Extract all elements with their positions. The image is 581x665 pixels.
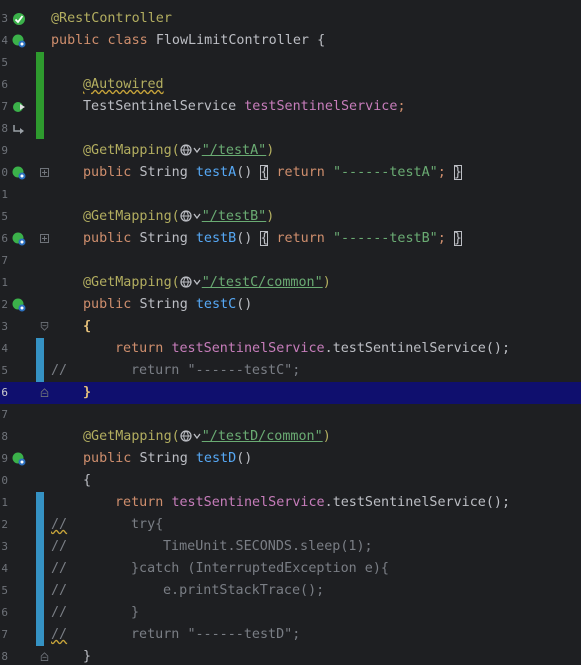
line-number: 1 xyxy=(1,188,8,201)
line-number: 1 xyxy=(1,276,8,289)
code-line[interactable]: 9 @GetMapping("/testA") xyxy=(0,140,581,162)
code-line[interactable]: 5 // return "------testC"; xyxy=(0,360,581,382)
fold-end-icon[interactable] xyxy=(40,388,49,397)
line-number: 5 xyxy=(1,364,8,377)
code-line[interactable]: 8 } xyxy=(0,646,581,665)
fold-expand-icon[interactable] xyxy=(40,168,49,177)
code-line[interactable]: 7 TestSentinelService testSentinelServic… xyxy=(0,96,581,118)
code-line[interactable]: 3 { xyxy=(0,316,581,338)
autowired-navigate-icon[interactable] xyxy=(12,122,26,136)
line-number: 7 xyxy=(1,408,8,421)
code-line[interactable]: 1 xyxy=(0,184,581,206)
line-number: 2 xyxy=(1,298,8,311)
line-number: 8 xyxy=(1,122,8,135)
web-endpoint-icon xyxy=(180,144,201,156)
line-number: 4 xyxy=(1,562,8,575)
annotation: @RestController xyxy=(51,11,172,26)
code-line[interactable]: 2 // try{ xyxy=(0,514,581,536)
web-endpoint-icon xyxy=(180,430,201,442)
line-number: 5 xyxy=(1,210,8,223)
code-line[interactable]: 6 // } xyxy=(0,602,581,624)
code-line[interactable]: 6 public String testB() { return "------… xyxy=(0,228,581,250)
code-line[interactable]: 3 @RestController xyxy=(0,8,581,30)
code-line[interactable]: 6 @Autowired xyxy=(0,74,581,96)
annotation: @Autowired xyxy=(83,77,164,92)
endpoint-globe-icon[interactable] xyxy=(12,452,26,466)
fold-collapse-icon[interactable] xyxy=(40,322,49,331)
code-line[interactable]: 8 @GetMapping("/testD/common") xyxy=(0,426,581,448)
line-number: 4 xyxy=(1,34,8,47)
code-line[interactable]: 0 public String testA() { return "------… xyxy=(0,162,581,184)
code-line[interactable]: 4 public class FlowLimitController { xyxy=(0,30,581,52)
spring-bean-globe-icon[interactable] xyxy=(12,34,26,48)
line-number: 6 xyxy=(1,232,8,245)
web-endpoint-icon xyxy=(180,210,201,222)
endpoint-globe-icon[interactable] xyxy=(12,232,26,246)
code-line[interactable]: 7 // return "------testD"; xyxy=(0,624,581,646)
autowired-navigate-icon[interactable] xyxy=(12,100,26,114)
code-line[interactable]: 1 return testSentinelService.testSentine… xyxy=(0,492,581,514)
code-line[interactable]: 5 xyxy=(0,52,581,74)
line-number: 7 xyxy=(1,628,8,641)
line-number: 0 xyxy=(1,474,8,487)
code-line[interactable]: 0 { xyxy=(0,470,581,492)
line-number: 3 xyxy=(1,320,8,333)
fold-end-icon[interactable] xyxy=(40,652,49,661)
code-line[interactable]: 3 // TimeUnit.SECONDS.sleep(1); xyxy=(0,536,581,558)
code-line[interactable]: 4 // }catch (InterruptedException e){ xyxy=(0,558,581,580)
line-number: 6 xyxy=(1,606,8,619)
code-line[interactable]: 8 xyxy=(0,118,581,140)
line-number: 9 xyxy=(1,452,8,465)
endpoint-globe-icon[interactable] xyxy=(12,298,26,312)
line-number: 3 xyxy=(1,12,8,25)
line-number: 5 xyxy=(1,584,8,597)
line-number: 7 xyxy=(1,100,8,113)
line-number: 6 xyxy=(1,78,8,91)
spring-bean-icon[interactable] xyxy=(12,12,26,26)
fold-expand-icon[interactable] xyxy=(40,234,49,243)
line-number: 8 xyxy=(1,650,8,663)
web-endpoint-icon xyxy=(180,276,201,288)
code-line[interactable]: 1 @GetMapping("/testC/common") xyxy=(0,272,581,294)
code-line[interactable]: 7 xyxy=(0,250,581,272)
line-number: 1 xyxy=(1,496,8,509)
line-number: 2 xyxy=(1,518,8,531)
current-line[interactable]: 6 } xyxy=(0,382,581,404)
code-editor[interactable]: 3 @RestController 4 public class FlowLim… xyxy=(0,0,581,665)
code-line[interactable]: 5 @GetMapping("/testB") xyxy=(0,206,581,228)
class-name: FlowLimitController xyxy=(155,33,309,48)
line-number: 7 xyxy=(1,254,8,267)
line-number: 5 xyxy=(1,56,8,69)
line-number: 6 xyxy=(1,386,8,399)
code-line[interactable]: 7 xyxy=(0,404,581,426)
code-line[interactable]: 9 public String testD() xyxy=(0,448,581,470)
line-number: 0 xyxy=(1,166,8,179)
line-number: 9 xyxy=(1,144,8,157)
code-line[interactable]: 2 public String testC() xyxy=(0,294,581,316)
line-number: 4 xyxy=(1,342,8,355)
endpoint-globe-icon[interactable] xyxy=(12,166,26,180)
line-number: 3 xyxy=(1,540,8,553)
code-line[interactable]: 5 // e.printStackTrace(); xyxy=(0,580,581,602)
line-number: 8 xyxy=(1,430,8,443)
code-line[interactable]: 4 return testSentinelService.testSentine… xyxy=(0,338,581,360)
